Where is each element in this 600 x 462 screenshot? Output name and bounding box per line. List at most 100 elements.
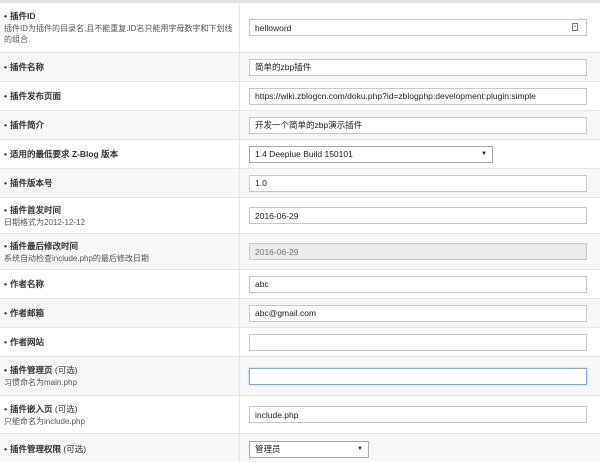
field-label-text: 插件版本号 <box>9 178 53 188</box>
min-zblog-version-select[interactable]: 1.4 Deeplue Build 150101 ▼ <box>249 145 493 163</box>
bullet-icon: • <box>4 240 7 251</box>
plugin-intro-input[interactable]: 开发一个简单的zbp演示插件 <box>249 116 587 134</box>
form-row-author-name: • 作者名称 abc <box>0 270 600 299</box>
label-cell: • 作者网站 <box>0 328 240 356</box>
form-row-plugin-publish-page: • 插件发布页面 https://wiki.zblogcn.com/doku.php… <box>0 82 600 111</box>
input-value: 1.0 <box>255 178 267 188</box>
label-cell: • 插件简介 <box>0 111 240 139</box>
form-row-plugin-last-modified: • 插件最后修改时间 系统自动检查include.php的最后修改日期 2016-06… <box>0 234 600 270</box>
field-label: • 插件名称 <box>4 61 233 73</box>
author-name-input[interactable]: abc <box>249 275 587 293</box>
bullet-icon: • <box>4 178 7 188</box>
bullet-icon: • <box>4 337 7 347</box>
field-label-text: 插件简介 <box>9 120 44 130</box>
field-cell: include.php <box>240 396 600 433</box>
bullet-icon: • <box>4 11 7 21</box>
field-description: 只能命名为include.php <box>4 416 85 426</box>
field-cell: abc@gmail.com <box>240 299 600 327</box>
author-email-input[interactable]: abc@gmail.com <box>249 304 587 322</box>
bullet-icon: • <box>4 204 7 215</box>
bullet-icon: • <box>4 91 7 101</box>
label-cell: • 插件管理页 (可选) 习惯命名为main.php <box>0 357 240 395</box>
form-row-plugin-embed-page: • 插件嵌入页 (可选) 只能命名为include.php include.php <box>0 396 600 434</box>
field-cell: helloword ▪ <box>240 3 600 52</box>
field-label-text: 插件管理权限 <box>9 444 61 454</box>
field-label: • 插件简介 <box>4 119 233 131</box>
bullet-icon: • <box>4 444 7 454</box>
input-value: https://wiki.zblogcn.com/doku.php?id=zbl… <box>255 91 536 101</box>
field-cell: 管理员 ▼ <box>240 434 600 462</box>
field-label-text: 插件最后修改时间 <box>9 240 78 251</box>
field-label: • 插件最后修改时间 <box>4 240 233 252</box>
field-description: 插件ID为插件的目录名,且不能重复.ID名只能用字母数字和下划线的组合. <box>4 24 233 44</box>
caret-down-icon: ▼ <box>481 151 487 157</box>
field-label-text: 插件首发时间 <box>9 204 61 215</box>
field-label-text: 作者网站 <box>9 337 44 347</box>
bullet-icon: • <box>4 403 7 414</box>
bullet-icon: • <box>4 62 7 72</box>
label-cell: • 插件管理权限 (可选) <box>0 434 240 462</box>
plugin-first-release-input[interactable]: 2016-06-29 <box>249 207 587 224</box>
field-description: 日期格式为2012-12-12 <box>4 217 85 227</box>
select-value: 1.4 Deeplue Build 150101 <box>255 149 353 159</box>
field-label: • 插件管理权限 (可选) <box>4 443 233 455</box>
bullet-icon: • <box>4 308 7 318</box>
bullet-icon: • <box>4 365 7 375</box>
label-cell: • 插件名称 <box>0 53 240 81</box>
id-card-icon[interactable]: ▪ <box>572 23 578 31</box>
label-cell: • 插件最后修改时间 系统自动检查include.php的最后修改日期 <box>0 234 240 269</box>
plugin-admin-permission-select[interactable]: 管理员 ▼ <box>249 440 369 458</box>
form-row-plugin-admin-permission: • 插件管理权限 (可选) 管理员 ▼ <box>0 434 600 462</box>
bullet-icon: • <box>4 120 7 130</box>
field-label: • 插件发布页面 <box>4 90 233 102</box>
label-cell: • 作者名称 <box>0 270 240 298</box>
field-cell: 1.4 Deeplue Build 150101 ▼ <box>240 140 600 168</box>
field-label: • 作者网站 <box>4 336 233 348</box>
input-value: 2016-06-29 <box>255 246 299 257</box>
label-cell: • 插件版本号 <box>0 169 240 197</box>
optional-tag: (可选) <box>54 365 78 375</box>
plugin-name-input[interactable]: 简单的zbp插件 <box>249 58 587 76</box>
field-cell: 2016-06-29 <box>240 234 600 269</box>
input-value: 开发一个简单的zbp演示插件 <box>255 120 363 130</box>
plugin-last-modified-input: 2016-06-29 <box>249 243 587 260</box>
plugin-embed-page-input[interactable]: include.php <box>249 406 587 423</box>
field-label-text: 作者名称 <box>9 279 44 289</box>
input-value: 简单的zbp插件 <box>255 62 312 72</box>
form-row-plugin-version: • 插件版本号 1.0 <box>0 169 600 198</box>
field-label: • 作者邮箱 <box>4 307 233 319</box>
plugin-publish-page-input[interactable]: https://wiki.zblogcn.com/doku.php?id=zbl… <box>249 87 587 105</box>
plugin-version-input[interactable]: 1.0 <box>249 174 587 192</box>
field-label: • 适用的最低要求 Z-Blog 版本 <box>4 148 233 160</box>
field-cell: https://wiki.zblogcn.com/doku.php?id=zbl… <box>240 82 600 110</box>
plugin-admin-page-input[interactable] <box>249 367 587 385</box>
field-label-text: 插件ID <box>9 11 36 21</box>
field-label-text: 插件名称 <box>9 62 44 72</box>
bullet-icon: • <box>4 149 7 159</box>
plugin-info-form: • 插件ID 插件ID为插件的目录名,且不能重复.ID名只能用字母数字和下划线的组合… <box>0 0 600 462</box>
field-cell <box>240 357 600 395</box>
form-row-author-email: • 作者邮箱 abc@gmail.com <box>0 299 600 328</box>
field-label: • 插件管理页 (可选) <box>4 364 233 376</box>
caret-down-icon: ▼ <box>357 446 363 452</box>
field-cell: 开发一个简单的zbp演示插件 <box>240 111 600 139</box>
field-cell: 2016-06-29 <box>240 198 600 233</box>
field-label: • 插件嵌入页 (可选) <box>4 403 233 415</box>
field-label-text: 插件嵌入页 <box>9 403 53 414</box>
field-label-text: 插件管理页 <box>9 365 53 375</box>
author-website-input[interactable] <box>249 333 587 351</box>
form-row-plugin-intro: • 插件简介 开发一个简单的zbp演示插件 <box>0 111 600 140</box>
select-value: 管理员 <box>255 444 281 454</box>
input-value: helloword <box>255 22 292 33</box>
field-label: • 作者名称 <box>4 278 233 290</box>
field-cell: 简单的zbp插件 <box>240 53 600 81</box>
field-description: 习惯命名为main.php <box>4 378 77 387</box>
field-label-text: 作者邮箱 <box>9 308 44 318</box>
plugin-id-input[interactable]: helloword ▪ <box>249 19 587 36</box>
input-value: abc@gmail.com <box>255 308 317 318</box>
input-value: include.php <box>255 409 299 420</box>
input-value: abc <box>255 279 269 289</box>
form-row-plugin-admin-page: • 插件管理页 (可选) 习惯命名为main.php <box>0 357 600 396</box>
label-cell: • 作者邮箱 <box>0 299 240 327</box>
field-label: • 插件版本号 <box>4 177 233 189</box>
